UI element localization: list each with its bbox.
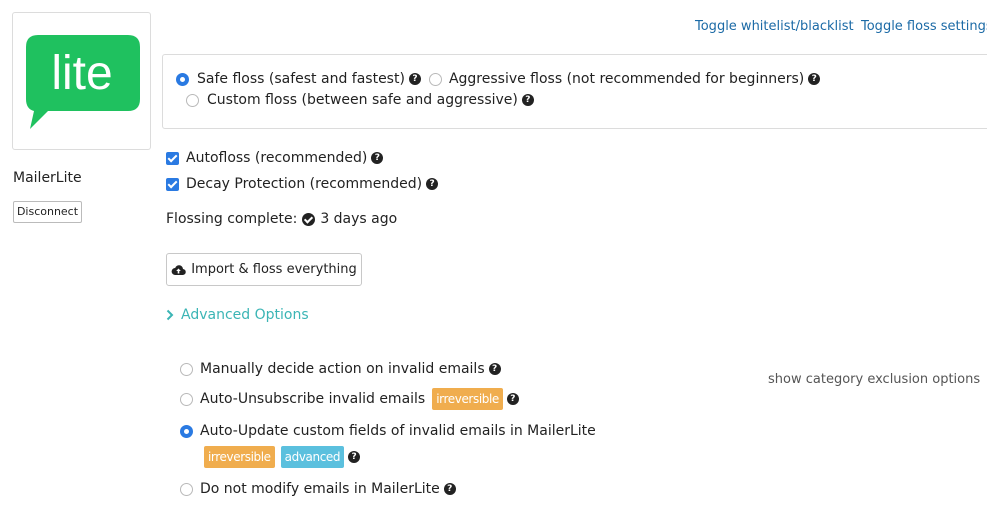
cloud-upload-icon [171, 264, 186, 275]
status-time: 3 days ago [320, 211, 398, 227]
help-icon[interactable]: ? [408, 73, 421, 85]
advanced-options-toggle[interactable]: Advanced Options [166, 307, 309, 323]
mailerlite-logo-box: lite [12, 12, 151, 150]
custom-floss-radio[interactable] [186, 93, 199, 107]
import-button-label: Import & floss everything [191, 262, 357, 277]
disconnect-button[interactable]: Disconnect [13, 201, 82, 223]
autofloss-checkbox[interactable] [166, 151, 179, 165]
no-modify-action-label: Do not modify emails in MailerLite [200, 481, 440, 497]
advanced-badge: advanced [280, 446, 345, 468]
invalid-action-update: Auto-Update custom fields of invalid ema… [180, 423, 596, 439]
custom-floss-label: Custom floss (between safe and aggressiv… [207, 92, 518, 108]
safe-floss-radio[interactable] [176, 72, 189, 86]
safe-floss-label: Safe floss (safest and fastest) [197, 71, 405, 87]
help-icon[interactable]: ? [521, 94, 534, 106]
unsubscribe-action-radio[interactable] [180, 392, 193, 406]
update-action-label: Auto-Update custom fields of invalid ema… [200, 423, 596, 439]
update-action-badges: irreversible advanced ? [204, 446, 361, 468]
aggressive-floss-label: Aggressive floss (not recommended for be… [448, 71, 805, 87]
advanced-options-label: Advanced Options [181, 307, 309, 323]
logo-text: lite [51, 47, 112, 100]
help-icon[interactable]: ? [506, 393, 519, 405]
category-exclusion-link[interactable]: show category exclusion options [768, 372, 980, 387]
manual-action-label: Manually decide action on invalid emails [200, 361, 485, 377]
help-icon[interactable]: ? [371, 152, 384, 164]
decay-protection-option: Decay Protection (recommended) ? [166, 176, 439, 192]
manual-action-radio[interactable] [180, 362, 193, 376]
integration-name: MailerLite [13, 170, 82, 186]
floss-mode-row-1: Safe floss (safest and fastest) ? Aggres… [176, 71, 821, 87]
help-icon[interactable]: ? [348, 451, 361, 463]
decay-protection-label: Decay Protection (recommended) [186, 176, 423, 192]
decay-protection-checkbox[interactable] [166, 177, 179, 191]
autofloss-label: Autofloss (recommended) [186, 150, 368, 166]
chevron-right-icon [166, 309, 174, 321]
floss-mode-row-2: Custom floss (between safe and aggressiv… [186, 92, 534, 108]
help-icon[interactable]: ? [426, 178, 439, 190]
autofloss-option: Autofloss (recommended) ? [166, 150, 384, 166]
mailerlite-logo: lite [26, 35, 140, 129]
invalid-action-none: Do not modify emails in MailerLite ? [180, 481, 456, 497]
help-icon[interactable]: ? [443, 483, 456, 495]
invalid-action-manual: Manually decide action on invalid emails… [180, 361, 501, 377]
help-icon[interactable]: ? [488, 363, 501, 375]
aggressive-floss-radio[interactable] [428, 72, 442, 86]
import-floss-button[interactable]: Import & floss everything [166, 253, 362, 286]
flossing-status: Flossing complete: 3 days ago [166, 211, 397, 227]
irreversible-badge: irreversible [204, 446, 275, 468]
invalid-action-unsubscribe: Auto-Unsubscribe invalid emails irrevers… [180, 388, 519, 410]
update-action-radio[interactable] [180, 424, 193, 438]
toggle-whitelist-link[interactable]: Toggle whitelist/blacklist [695, 19, 854, 34]
check-circle-icon [302, 212, 316, 226]
unsubscribe-action-label: Auto-Unsubscribe invalid emails [200, 391, 426, 407]
status-label: Flossing complete: [166, 211, 298, 227]
toggle-floss-settings-link[interactable]: Toggle floss settings [861, 19, 987, 34]
help-icon[interactable]: ? [808, 73, 821, 85]
no-modify-action-radio[interactable] [180, 482, 193, 496]
irreversible-badge: irreversible [432, 388, 503, 410]
